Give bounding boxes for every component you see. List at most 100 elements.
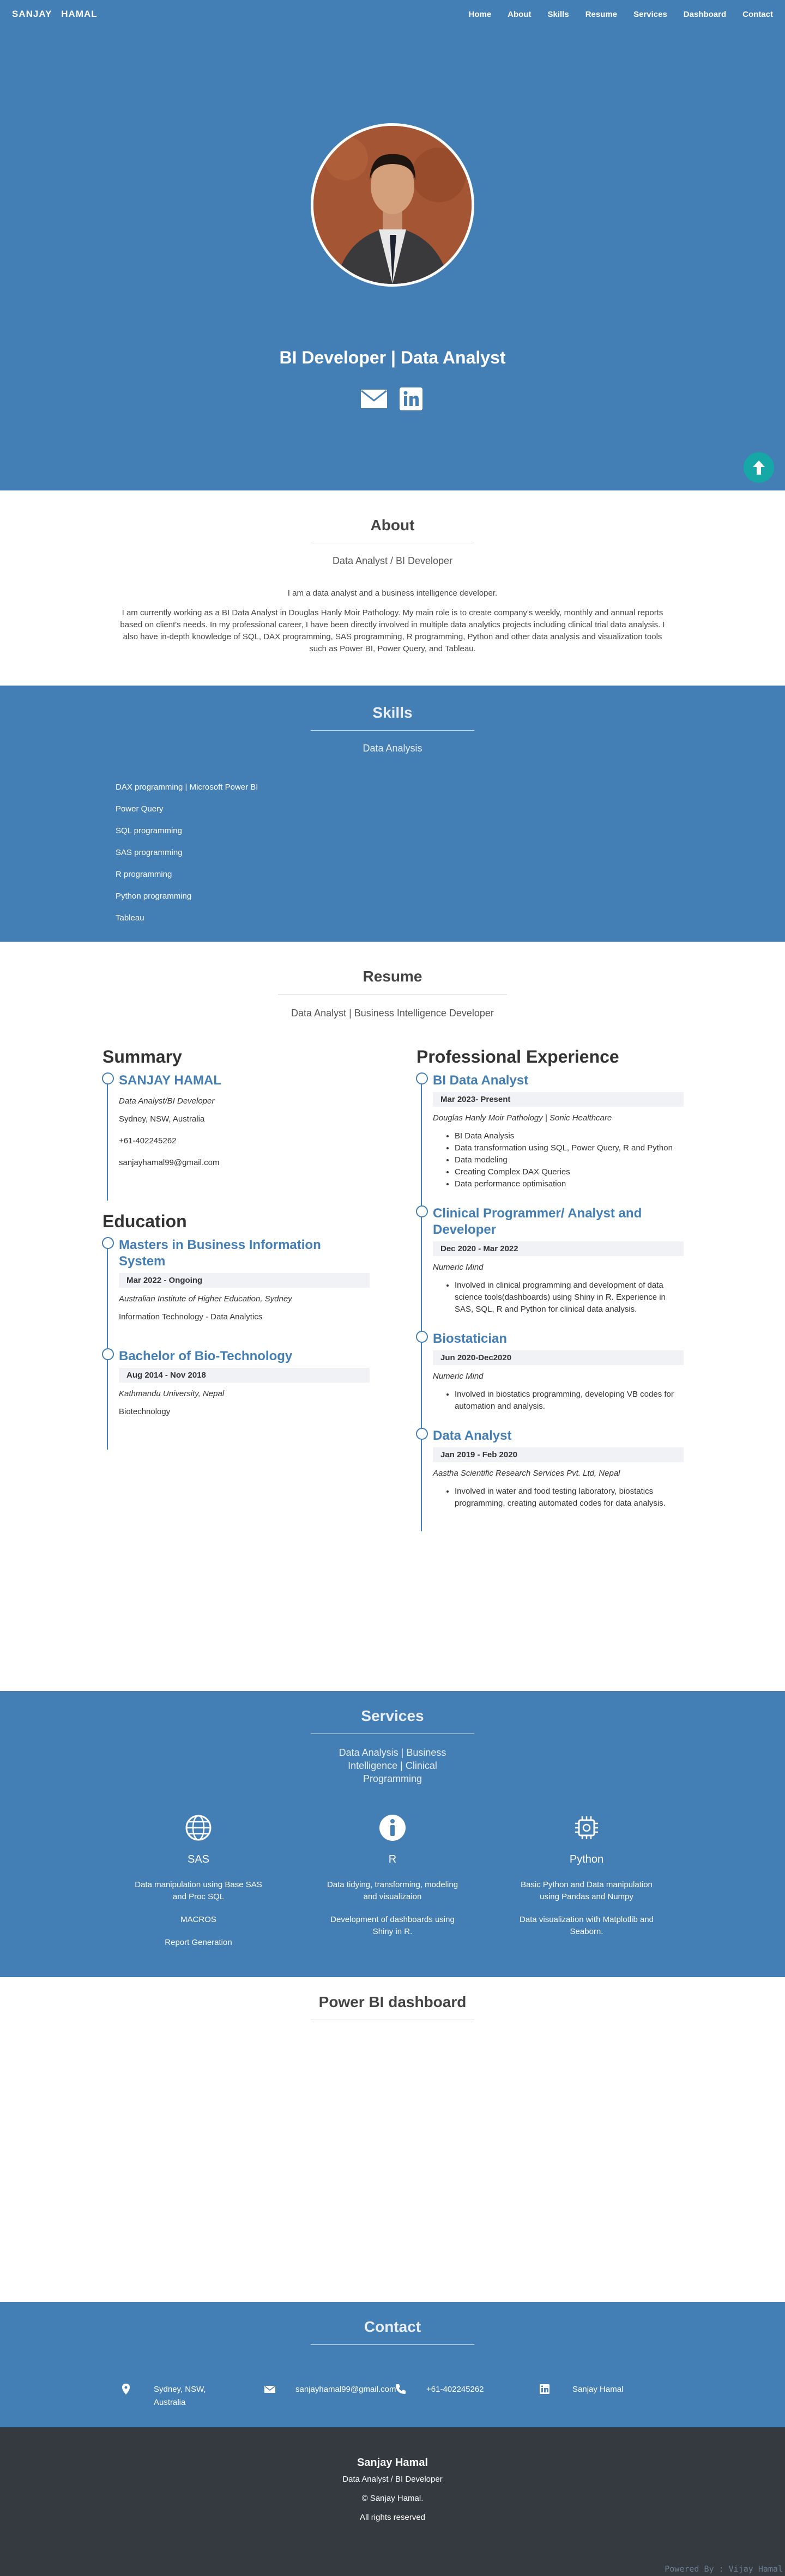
summary-timeline: SANJAY HAMAL Data Analyst/BI Developer S… <box>102 1072 370 1201</box>
linkedin-icon[interactable] <box>397 387 425 411</box>
service-line: Data manipulation using Base SAS and Pro… <box>135 1880 262 1901</box>
contact-phone-text[interactable]: +61-402245262 <box>426 2383 484 2396</box>
summary-item: SANJAY HAMAL Data Analyst/BI Developer S… <box>102 1072 370 1194</box>
education-item: Masters in Business Information System M… <box>102 1237 370 1348</box>
experience-bullet: Data transformation using SQL, Power Que… <box>455 1142 684 1154</box>
brand-logo[interactable]: Sanjay Hamal <box>12 9 98 20</box>
education-org: Kathmandu University, Nepal <box>119 1389 225 1398</box>
skill-item: DAX programming | Microsoft Power BI <box>116 783 258 792</box>
experience-item: BI Data Analyst Mar 2023- Present Dougla… <box>416 1072 684 1205</box>
dashboard-title: Power BI dashboard <box>318 1993 467 2010</box>
contact-phone[interactable]: +61-402245262 <box>395 2383 539 2409</box>
profile-photo <box>311 123 474 287</box>
dashboard-section: Power BI dashboard <box>0 1977 785 2302</box>
summary-phone: +61-402245262 <box>119 1136 177 1145</box>
divider <box>311 2344 474 2345</box>
top-navbar: Sanjay Hamal Home About Skills Resume Se… <box>0 0 785 28</box>
summary-location: Sydney, NSW, Australia <box>119 1114 205 1124</box>
skills-list: DAX programming | Microsoft Power BI Pow… <box>116 783 785 935</box>
arrow-up-icon <box>753 460 765 475</box>
chip-icon <box>575 1816 598 1839</box>
nav-home[interactable]: Home <box>468 10 491 19</box>
nav-skills[interactable]: Skills <box>548 10 569 19</box>
divider <box>311 730 474 731</box>
education-date: Mar 2022 - Ongoing <box>119 1273 370 1288</box>
experience-item: Biostatician Jun 2020-Dec2020 Numeric Mi… <box>416 1331 684 1428</box>
brand-first-name: Sanjay <box>12 9 52 19</box>
service-name: Python <box>569 1853 604 1865</box>
experience-date: Jun 2020-Dec2020 <box>433 1350 684 1365</box>
resume-left-column: Summary SANJAY HAMAL Data Analyst/BI Dev… <box>102 1047 370 1531</box>
service-card-r: R Data tidying, transforming, modeling a… <box>324 1814 461 1960</box>
service-name: SAS <box>187 1853 210 1865</box>
about-title: About <box>370 517 415 534</box>
skill-item: R programming <box>116 870 172 879</box>
experience-bullet: Involved in water and food testing labor… <box>455 1486 684 1510</box>
footer-name: Sanjay Hamal <box>357 2457 428 2469</box>
globe-icon <box>185 1815 212 1841</box>
experience-org: Douglas Hanly Moir Pathology | Sonic Hea… <box>433 1113 612 1123</box>
education-detail: Information Technology - Data Analytics <box>119 1312 263 1322</box>
nav-resume[interactable]: Resume <box>585 10 617 19</box>
experience-date: Jan 2019 - Feb 2020 <box>433 1447 684 1462</box>
footer-role: Data Analyst / BI Developer <box>342 2475 443 2484</box>
info-icon <box>379 1815 406 1841</box>
skill-item: SQL programming <box>116 826 182 835</box>
service-card-sas: SAS Data manipulation using Base SAS and… <box>130 1814 267 1960</box>
hero-section: BI Developer | Data Analyst <box>0 0 785 490</box>
services-subtitle: Data Analysis | Business Intelligence | … <box>339 1747 446 1784</box>
nav-services[interactable]: Services <box>633 10 667 19</box>
nav-about[interactable]: About <box>508 10 531 19</box>
skills-section: Skills Data Analysis DAX programming | M… <box>0 686 785 942</box>
experience-date: Dec 2020 - Mar 2022 <box>433 1241 684 1256</box>
skill-item: SAS programming <box>116 848 183 857</box>
skill-item: Python programming <box>116 892 192 901</box>
resume-right-column: Professional Experience BI Data Analyst … <box>416 1047 684 1531</box>
skills-subtitle: Data Analysis <box>363 743 422 754</box>
education-title: Bachelor of Bio-Technology <box>119 1349 293 1363</box>
about-body: I am currently working as a BI Data Anal… <box>120 608 665 653</box>
experience-bullet: Involved in clinical programming and dev… <box>455 1280 684 1316</box>
about-intro: I am a data analyst and a business intel… <box>287 589 498 598</box>
phone-icon <box>396 2384 406 2394</box>
resume-subtitle: Data Analyst | Business Intelligence Dev… <box>291 1008 494 1019</box>
summary-heading: Summary <box>102 1047 182 1066</box>
service-line: Data tidying, transforming, modeling and… <box>327 1880 458 1901</box>
footer-rights: All rights reserved <box>359 2513 426 2522</box>
divider <box>278 994 507 995</box>
experience-bullet: BI Data Analysis <box>455 1130 684 1142</box>
contact-email-text[interactable]: sanjayhamal99@gmail.com <box>295 2383 396 2396</box>
contact-email[interactable]: sanjayhamal99@gmail.com <box>264 2383 408 2409</box>
nav-dashboard[interactable]: Dashboard <box>684 10 726 19</box>
experience-org: Numeric Mind <box>433 1263 484 1272</box>
scroll-to-top-button[interactable] <box>744 452 774 483</box>
experience-title: BI Data Analyst <box>433 1073 529 1088</box>
experience-title: Clinical Programmer/ Analyst and Develop… <box>433 1206 642 1237</box>
experience-org: Numeric Mind <box>433 1372 484 1381</box>
summary-role: Data Analyst/BI Developer <box>119 1096 215 1106</box>
experience-title: Biostatician <box>433 1331 508 1346</box>
email-icon <box>264 2386 275 2393</box>
service-name: R <box>388 1853 397 1865</box>
contact-linkedin-text[interactable]: Sanjay Hamal <box>572 2383 623 2396</box>
experience-item: Data Analyst Jan 2019 - Feb 2020 Aastha … <box>416 1428 684 1525</box>
service-line: Report Generation <box>165 1938 232 1947</box>
services-section: Services Data Analysis | Business Intell… <box>0 1691 785 1977</box>
contact-linkedin[interactable]: Sanjay Hamal <box>539 2383 683 2409</box>
skill-item: Power Query <box>116 804 164 814</box>
about-subtitle: Data Analyst / BI Developer <box>332 555 453 566</box>
nav-contact[interactable]: Contact <box>742 10 773 19</box>
education-org: Australian Institute of Higher Education… <box>119 1294 292 1304</box>
services-title: Services <box>361 1707 424 1724</box>
about-section: About Data Analyst / BI Developer I am a… <box>0 490 785 686</box>
dashboard-embed[interactable] <box>93 2032 692 2272</box>
hero-title: BI Developer | Data Analyst <box>279 348 506 367</box>
skills-title: Skills <box>372 704 413 721</box>
nav-links: Home About Skills Resume Services Dashbo… <box>468 10 773 19</box>
email-icon[interactable] <box>360 387 388 411</box>
contact-section: Contact Sydney, NSW, Australia sanjayham… <box>0 2302 785 2427</box>
experience-heading: Professional Experience <box>416 1047 619 1066</box>
education-date: Aug 2014 - Nov 2018 <box>119 1368 370 1383</box>
resume-title: Resume <box>363 968 422 985</box>
education-item: Bachelor of Bio-Technology Aug 2014 - No… <box>102 1348 370 1443</box>
